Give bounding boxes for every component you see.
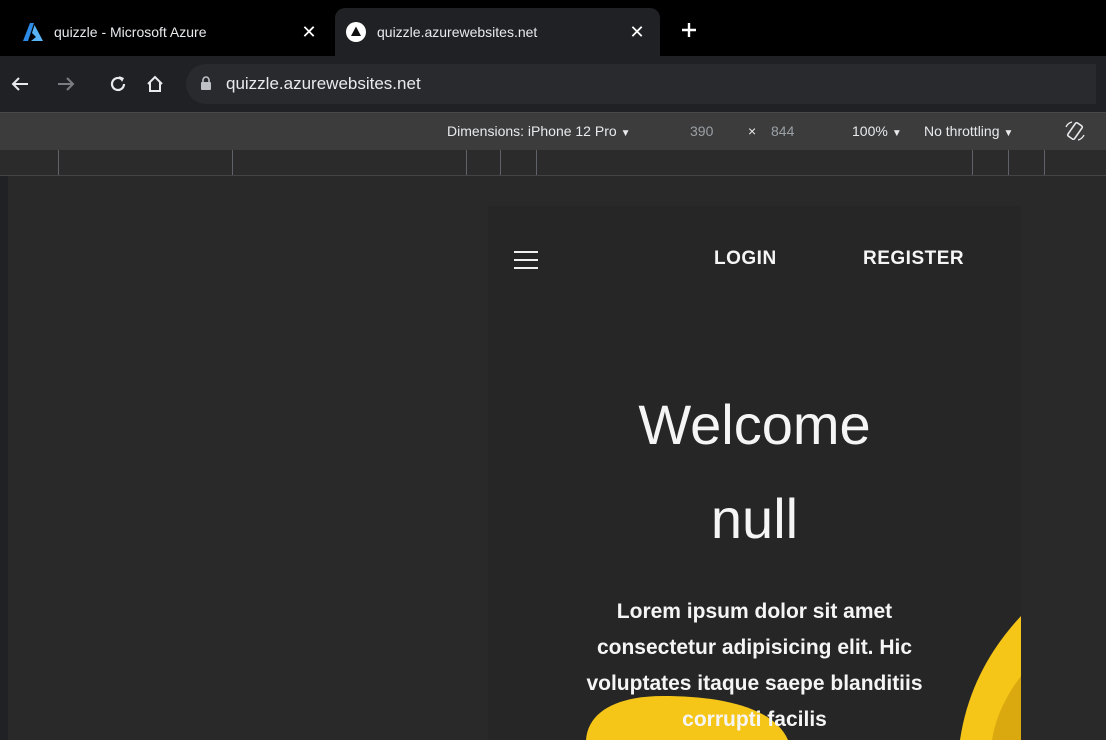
ruler-tick <box>536 150 537 175</box>
ruler-tick <box>466 150 467 175</box>
media-query-ruler[interactable] <box>0 150 1106 176</box>
tab-quizzle[interactable]: quizzle.azurewebsites.net ✕ <box>335 8 660 56</box>
lock-icon <box>200 76 214 92</box>
tab-strip: quizzle - Microsoft Azure ✕ quizzle.azur… <box>0 0 1106 56</box>
back-icon <box>11 77 28 91</box>
tab-azure[interactable]: quizzle - Microsoft Azure ✕ <box>10 8 332 56</box>
ruler-tick <box>232 150 233 175</box>
ruler-tick <box>1044 150 1045 175</box>
ruler-tick <box>500 150 501 175</box>
forward-icon <box>58 77 75 91</box>
tab-title: quizzle.azurewebsites.net <box>377 24 538 40</box>
dimensions-label: Dimensions: iPhone 12 Pro <box>447 123 617 139</box>
reload-icon <box>110 76 126 92</box>
browser-toolbar: quizzle.azurewebsites.net <box>0 56 1106 112</box>
rotate-button[interactable] <box>1063 119 1087 146</box>
new-tab-button[interactable] <box>675 16 703 44</box>
emulated-device-screen: LOGIN REGISTER Welcome null Lorem ipsum … <box>488 206 1021 740</box>
address-bar[interactable]: quizzle.azurewebsites.net <box>186 64 1096 104</box>
caret-down-icon: ▼ <box>620 128 631 139</box>
width-input[interactable]: 390 <box>690 123 713 139</box>
back-button[interactable] <box>6 70 34 98</box>
url-text: quizzle.azurewebsites.net <box>226 74 421 93</box>
site-favicon-icon <box>345 21 367 43</box>
times-sign: × <box>748 123 757 139</box>
home-icon <box>147 75 163 92</box>
ruler-tick <box>972 150 973 175</box>
ruler-tick <box>1008 150 1009 175</box>
azure-logo-icon <box>22 21 44 43</box>
close-icon[interactable]: ✕ <box>626 21 648 43</box>
zoom-label: 100% <box>852 123 888 139</box>
throttling-label: No throttling <box>924 123 1000 139</box>
caret-down-icon: ▼ <box>891 128 902 139</box>
zoom-dropdown[interactable]: 100% ▼ <box>852 123 902 139</box>
rotate-icon <box>1065 121 1085 141</box>
reload-button[interactable] <box>104 70 132 98</box>
device-toolbar: Dimensions: iPhone 12 Pro ▼ 390 × 844 100… <box>0 112 1106 150</box>
ruler-tick <box>58 150 59 175</box>
plus-icon <box>682 23 696 37</box>
dimensions-dropdown[interactable]: Dimensions: iPhone 12 Pro ▼ <box>447 123 631 139</box>
home-button[interactable] <box>141 70 169 98</box>
close-icon[interactable]: ✕ <box>298 21 320 43</box>
height-input[interactable]: 844 <box>771 123 794 139</box>
throttling-dropdown[interactable]: No throttling ▼ <box>924 123 1013 139</box>
tab-title: quizzle - Microsoft Azure <box>54 24 207 40</box>
intro-paragraph: Lorem ipsum dolor sit amet consectetur a… <box>586 600 923 731</box>
caret-down-icon: ▼ <box>1003 128 1014 139</box>
forward-button[interactable] <box>52 70 80 98</box>
